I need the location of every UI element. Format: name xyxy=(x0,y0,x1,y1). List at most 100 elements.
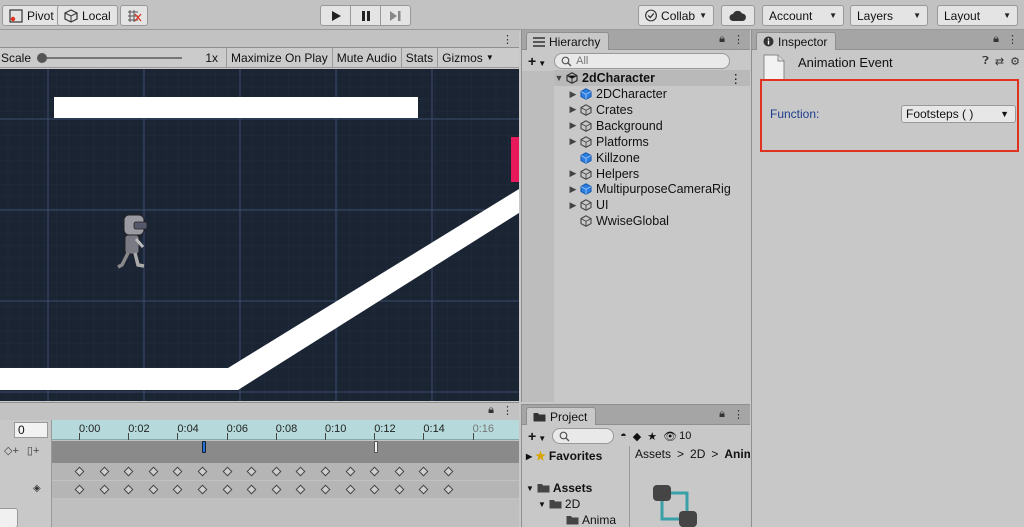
pause-button[interactable] xyxy=(350,5,381,26)
kebab-menu-icon[interactable]: ⋮ xyxy=(733,408,744,421)
keyframe-row-sprite[interactable] xyxy=(52,481,519,498)
timeline-empty-area[interactable] xyxy=(52,499,519,527)
keyframe-diamond[interactable] xyxy=(394,484,405,495)
cloud-button[interactable] xyxy=(721,5,755,26)
game-viewport[interactable] xyxy=(0,69,519,401)
breadcrumb-item-current[interactable]: Anim xyxy=(724,447,750,461)
expand-arrow-icon[interactable]: ▶ xyxy=(568,168,578,179)
hierarchy-root-scene[interactable]: ▼ 2dCharacter ⋮ xyxy=(554,70,750,86)
keyframe-row-summary[interactable] xyxy=(52,463,519,480)
lock-icon[interactable]: 🔒︎ xyxy=(719,33,725,46)
keyframe-diamond[interactable] xyxy=(394,466,405,477)
keyframe-diamond[interactable] xyxy=(295,484,306,495)
keyframe-diamond[interactable] xyxy=(369,466,380,477)
keyframe-diamond[interactable] xyxy=(271,466,282,477)
tree-item-2d[interactable]: ▼ 2D xyxy=(538,496,580,512)
play-button[interactable] xyxy=(320,5,351,26)
maximize-on-play-toggle[interactable]: Maximize On Play xyxy=(226,47,332,68)
keyframe-icon[interactable]: ◈ xyxy=(33,483,41,494)
animation-events-row[interactable] xyxy=(52,441,519,463)
keyframe-diamond[interactable] xyxy=(443,484,454,495)
kebab-menu-icon[interactable]: ⋮ xyxy=(733,33,744,46)
expand-arrow-icon[interactable]: ▼ xyxy=(538,500,546,509)
tree-item-assets[interactable]: ▼ Assets xyxy=(526,480,592,496)
keyframe-diamond[interactable] xyxy=(197,466,208,477)
keyframe-diamond[interactable] xyxy=(443,466,454,477)
keyframe-diamond[interactable] xyxy=(320,466,331,477)
tab-project[interactable]: Project xyxy=(526,407,597,425)
keyframe-diamond[interactable] xyxy=(123,484,134,495)
expand-arrow-icon[interactable]: ▶ xyxy=(568,120,578,131)
keyframe-diamond[interactable] xyxy=(99,466,110,477)
filter-type-icon[interactable]: ◓ xyxy=(620,430,627,442)
breadcrumb-item[interactable]: 2D xyxy=(690,447,705,461)
lock-icon[interactable]: 🔒︎ xyxy=(993,33,999,46)
hierarchy-item[interactable]: ▶ Crates xyxy=(554,102,750,118)
keyframe-diamond[interactable] xyxy=(74,466,85,477)
expand-arrow-icon[interactable]: ▼ xyxy=(526,484,534,493)
add-event-icon[interactable]: ▯+ xyxy=(27,444,39,457)
hierarchy-item[interactable]: ▶ 2DCharacter xyxy=(554,86,750,102)
tab-hierarchy[interactable]: Hierarchy xyxy=(526,32,610,50)
kebab-menu-icon[interactable]: ⋮ xyxy=(730,71,743,86)
keyframe-diamond[interactable] xyxy=(369,484,380,495)
keyframe-diamond[interactable] xyxy=(148,484,159,495)
hierarchy-item[interactable]: Killzone xyxy=(554,150,750,166)
star-icon[interactable]: ★ xyxy=(647,430,657,443)
add-icon[interactable]: + ▼ xyxy=(528,428,546,444)
breadcrumb-item[interactable]: Assets xyxy=(635,447,671,461)
pivot-toggle[interactable]: Pivot xyxy=(2,5,61,26)
expand-arrow-icon[interactable]: ▶ xyxy=(568,184,578,195)
expand-arrow-icon[interactable]: ▶ xyxy=(568,200,578,211)
kebab-menu-icon[interactable]: ⋮ xyxy=(1007,33,1018,46)
step-button[interactable] xyxy=(380,5,411,26)
project-search-input[interactable] xyxy=(552,428,615,444)
expand-arrow-icon[interactable]: ▶ xyxy=(568,104,578,115)
keyframe-diamond[interactable] xyxy=(172,466,183,477)
hierarchy-item[interactable]: ▶ UI xyxy=(554,197,750,213)
lock-icon[interactable]: 🔒︎ xyxy=(488,404,494,417)
add-keyframe-icon[interactable]: ◇+ xyxy=(4,444,19,457)
add-property-button[interactable] xyxy=(0,508,18,527)
hidden-packages-toggle[interactable]: 👁︎ 10 xyxy=(663,430,691,443)
hierarchy-item[interactable]: WwiseGlobal xyxy=(554,213,750,229)
hierarchy-search-input[interactable]: All xyxy=(554,53,731,69)
keyframe-diamond[interactable] xyxy=(148,466,159,477)
help-icon[interactable]: ❓︎ xyxy=(982,55,989,68)
hierarchy-item[interactable]: ▶ Helpers xyxy=(554,166,750,182)
event-marker[interactable] xyxy=(374,441,378,453)
label-tag-icon[interactable]: ◆ xyxy=(633,430,641,443)
keyframe-diamond[interactable] xyxy=(246,484,257,495)
stats-toggle[interactable]: Stats xyxy=(400,47,437,68)
keyframe-diamond[interactable] xyxy=(418,484,429,495)
tree-item-animations[interactable]: Anima xyxy=(566,512,616,527)
keyframe-diamond[interactable] xyxy=(172,484,183,495)
local-toggle[interactable]: Local xyxy=(57,5,118,26)
snap-toggle[interactable] xyxy=(120,5,148,26)
kebab-menu-icon[interactable]: ⋮ xyxy=(502,404,513,417)
expand-arrow-icon[interactable]: ▶ xyxy=(568,136,578,147)
preset-sliders-icon[interactable]: ⇄ xyxy=(995,55,1004,68)
keyframe-diamond[interactable] xyxy=(320,484,331,495)
keyframe-diamond[interactable] xyxy=(74,484,85,495)
hierarchy-item[interactable]: ▶ MultipurposeCameraRig xyxy=(554,181,750,197)
timeline-ruler[interactable]: 0:00 0:02 0:04 0:06 0:08 0:10 0:12 0:14 0:16 xyxy=(52,420,519,440)
expand-arrow-icon[interactable]: ▶ xyxy=(568,89,578,100)
layout-dropdown[interactable]: Layout ▼ xyxy=(937,5,1018,26)
keyframe-diamond[interactable] xyxy=(295,466,306,477)
keyframe-diamond[interactable] xyxy=(246,466,257,477)
keyframe-diamond[interactable] xyxy=(222,484,233,495)
keyframe-diamond[interactable] xyxy=(222,466,233,477)
gear-icon[interactable]: ⚙ xyxy=(1010,55,1020,68)
lock-icon[interactable]: 🔒︎ xyxy=(719,408,725,421)
layers-dropdown[interactable]: Layers ▼ xyxy=(850,5,928,26)
scale-slider[interactable] xyxy=(37,48,183,68)
keyframe-diamond[interactable] xyxy=(345,484,356,495)
keyframe-diamond[interactable] xyxy=(123,466,134,477)
kebab-menu-icon[interactable]: ⋮ xyxy=(502,33,513,46)
keyframe-diamond[interactable] xyxy=(197,484,208,495)
mute-audio-toggle[interactable]: Mute Audio xyxy=(331,47,401,68)
hierarchy-item[interactable]: ▶ Platforms xyxy=(554,134,750,150)
tree-item-favorites[interactable]: ▶ ★ Favorites xyxy=(526,448,602,464)
panel-menu[interactable]: ⋮ xyxy=(502,33,513,46)
